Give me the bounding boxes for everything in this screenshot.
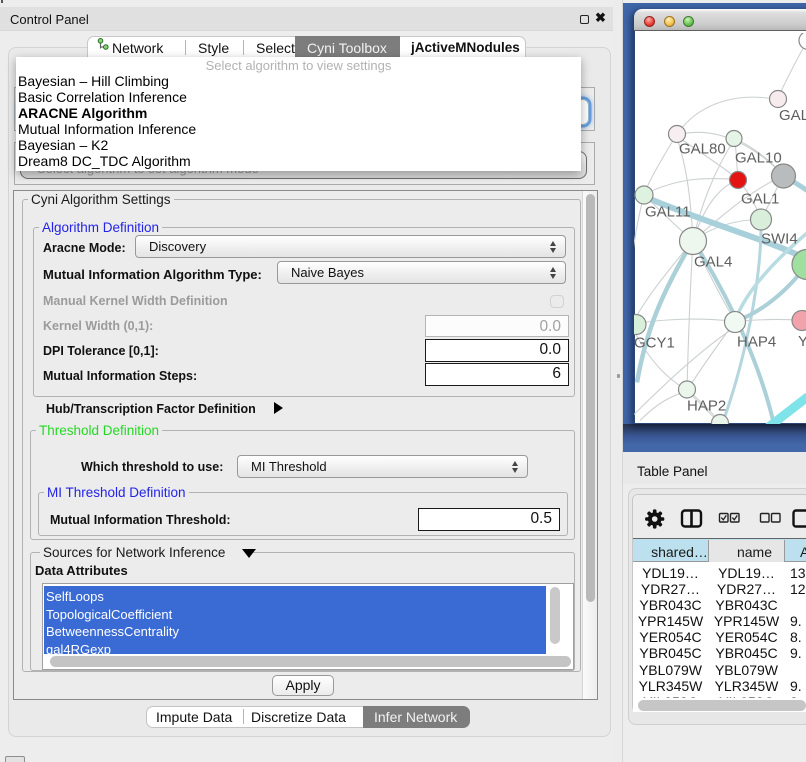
svg-text:GAL80: GAL80 [679,140,726,157]
svg-text:GCY1: GCY1 [634,334,675,351]
svg-text:GAL: GAL [779,107,806,124]
svg-text:SWI4: SWI4 [761,230,798,247]
svg-text:GAL4: GAL4 [694,253,732,270]
svg-text:HAP4: HAP4 [737,333,776,350]
svg-text:GAL11: GAL11 [645,203,691,220]
svg-text:HAP2: HAP2 [687,397,726,414]
svg-text:Y: Y [798,333,806,350]
svg-text:GAL1: GAL1 [741,190,779,207]
svg-text:GAL10: GAL10 [735,149,782,166]
